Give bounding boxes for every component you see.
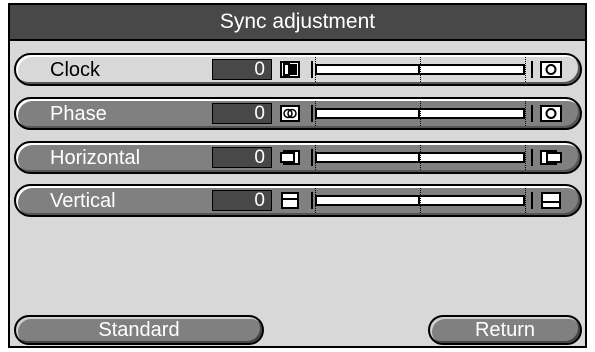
row-label: Horizontal [50,147,141,169]
value-box: 0 [212,190,272,211]
row-label: Clock [50,59,101,81]
row-label: Phase [50,103,107,125]
phase-single-icon [540,105,562,127]
slider-right-cap [531,192,533,209]
title-bar: Sync adjustment [8,3,587,41]
value-box: 0 [212,59,272,80]
value-box: 0 [212,103,272,124]
slider-left-cap [311,149,313,166]
slider-left-cap [311,61,313,78]
value-box: 0 [212,147,272,168]
row-label: Vertical [50,190,116,212]
clock-wide-icon [540,61,562,83]
slider-fill [317,66,420,73]
page-title: Sync adjustment [219,10,376,33]
slider-fill [317,154,420,161]
vertical-slider[interactable] [311,188,533,213]
shift-left-icon [280,149,300,171]
slider-right-cap [531,105,533,122]
standard-button[interactable]: Standard [14,315,264,345]
shift-up-icon [540,192,562,214]
shift-down-icon [280,192,300,214]
row-horizontal[interactable]: Horizontal 0 [14,141,582,174]
slider-fill [317,110,420,117]
slider-left-cap [311,105,313,122]
return-button[interactable]: Return [428,315,582,345]
clock-slider[interactable] [311,57,533,82]
phase-double-icon [280,105,300,127]
row-clock[interactable]: Clock 0 [14,53,582,86]
slider-right-cap [531,61,533,78]
osd-window: Sync adjustment Clock 0 Phase 0 Horizont… [0,0,595,352]
slider-fill [317,197,420,204]
row-vertical[interactable]: Vertical 0 [14,184,582,217]
phase-slider[interactable] [311,101,533,126]
clock-narrow-icon [280,61,300,83]
slider-left-cap [311,192,313,209]
horizontal-slider[interactable] [311,145,533,170]
row-phase[interactable]: Phase 0 [14,97,582,130]
shift-right-icon [540,149,562,171]
slider-right-cap [531,149,533,166]
